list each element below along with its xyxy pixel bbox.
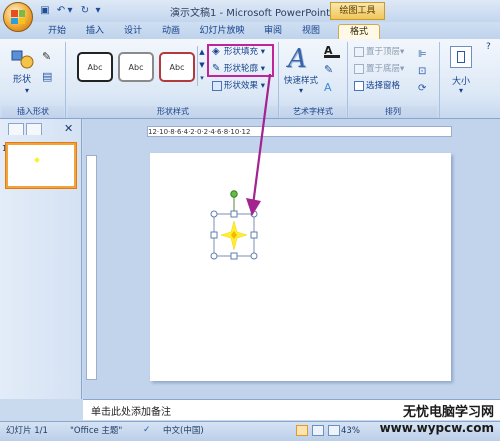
outline-tab[interactable] (26, 123, 42, 135)
slide-thumbnail[interactable] (6, 143, 76, 188)
theme-name: "Office 主题" (70, 426, 123, 436)
send-back-icon (354, 63, 364, 74)
normal-view-icon[interactable] (296, 425, 308, 436)
bring-to-front-button[interactable]: 置于顶层▾ (354, 46, 418, 58)
tab-home[interactable]: 开始 (40, 24, 74, 39)
annotation-arrow (246, 73, 272, 216)
shapes-icon[interactable] (10, 48, 36, 70)
selection-pane-button[interactable]: 选择窗格 (354, 80, 418, 92)
quick-styles-label[interactable]: 快速样式 (280, 74, 322, 86)
slides-tab[interactable] (8, 123, 24, 135)
wordart-a-icon[interactable]: A (288, 44, 316, 74)
help-icon[interactable]: ? (486, 42, 496, 52)
tab-review[interactable]: 审阅 (256, 24, 290, 39)
styles-scroll-icon[interactable]: ▲ ▼ ▾ (197, 46, 206, 86)
window-title: 演示文稿1 - Microsoft PowerPoint (169, 8, 331, 19)
edit-points-icon[interactable]: ✎ (42, 50, 60, 64)
effects-icon (212, 80, 222, 91)
group-divider (439, 42, 440, 118)
bring-front-icon (354, 46, 364, 57)
size-icon[interactable] (450, 46, 472, 68)
insert-shapes-group-label: 插入形状 (2, 106, 64, 118)
language: 中文(中国) (163, 426, 204, 436)
slide-count: 幻灯片 1/1 (6, 426, 48, 436)
wordart-group-label: 艺术字样式 (280, 106, 346, 118)
redo-icon[interactable]: ↻ (78, 4, 92, 18)
send-to-back-button[interactable]: 置于底层▾ (354, 63, 418, 75)
customize-toolbar-icon[interactable]: ▾ (94, 4, 102, 18)
tab-bar (0, 22, 500, 39)
zoom-level: 43% (341, 426, 360, 436)
text-effects-icon[interactable]: A (324, 81, 340, 95)
undo-dropdown-icon[interactable]: ▾ (66, 4, 74, 18)
close-pane-icon[interactable]: ✕ (64, 122, 76, 135)
thumbnail-star-icon (34, 157, 40, 163)
text-outline-icon[interactable]: ✎ (324, 63, 340, 77)
shape-style-2[interactable]: Abc (118, 52, 154, 82)
horizontal-ruler: 12·10·8·6·4·2·0·2·4·6·8·10·12 (147, 126, 452, 137)
text-fill-icon[interactable]: A (324, 44, 340, 58)
tab-format[interactable]: 格式 (338, 24, 380, 39)
contextual-tab-label: 绘图工具 (330, 2, 385, 20)
text-box-icon[interactable]: ▤ (42, 70, 60, 84)
office-logo-icon (11, 10, 25, 24)
tab-slideshow[interactable]: 幻灯片放映 (194, 24, 250, 39)
selection-pane-icon (354, 80, 364, 91)
shape-style-1[interactable]: Abc (77, 52, 113, 82)
shapes-dropdown-icon[interactable]: ▾ (22, 86, 32, 95)
rotate-handle[interactable] (230, 190, 238, 198)
group-divider (347, 42, 348, 118)
group-divider (65, 42, 66, 118)
shapes-button-label[interactable]: 形状 (7, 72, 37, 85)
tab-insert[interactable]: 插入 (78, 24, 112, 39)
office-button[interactable] (3, 2, 33, 32)
align-group-rotate-icons[interactable]: ⊫ ⊡ ⟳ (418, 46, 432, 97)
slide-canvas[interactable] (150, 153, 451, 381)
notes-placeholder: 单击此处添加备注 (91, 407, 171, 418)
tab-view[interactable]: 视图 (294, 24, 328, 39)
slideshow-view-icon[interactable] (328, 425, 340, 436)
arrange-group-label: 排列 (349, 106, 437, 118)
size-dropdown-icon[interactable]: ▾ (456, 86, 466, 95)
spell-check-icon[interactable]: ✓ (143, 425, 155, 435)
watermark-logo: 无忧电脑学习网 www.wypcw.com (379, 405, 494, 435)
sorter-view-icon[interactable] (312, 425, 324, 436)
quick-styles-dropdown-icon[interactable]: ▾ (296, 86, 306, 95)
save-icon[interactable]: ▣ (38, 4, 52, 18)
vertical-ruler (86, 155, 97, 380)
tab-design[interactable]: 设计 (116, 24, 150, 39)
tab-animation[interactable]: 动画 (154, 24, 188, 39)
shape-style-3[interactable]: Abc (159, 52, 195, 82)
